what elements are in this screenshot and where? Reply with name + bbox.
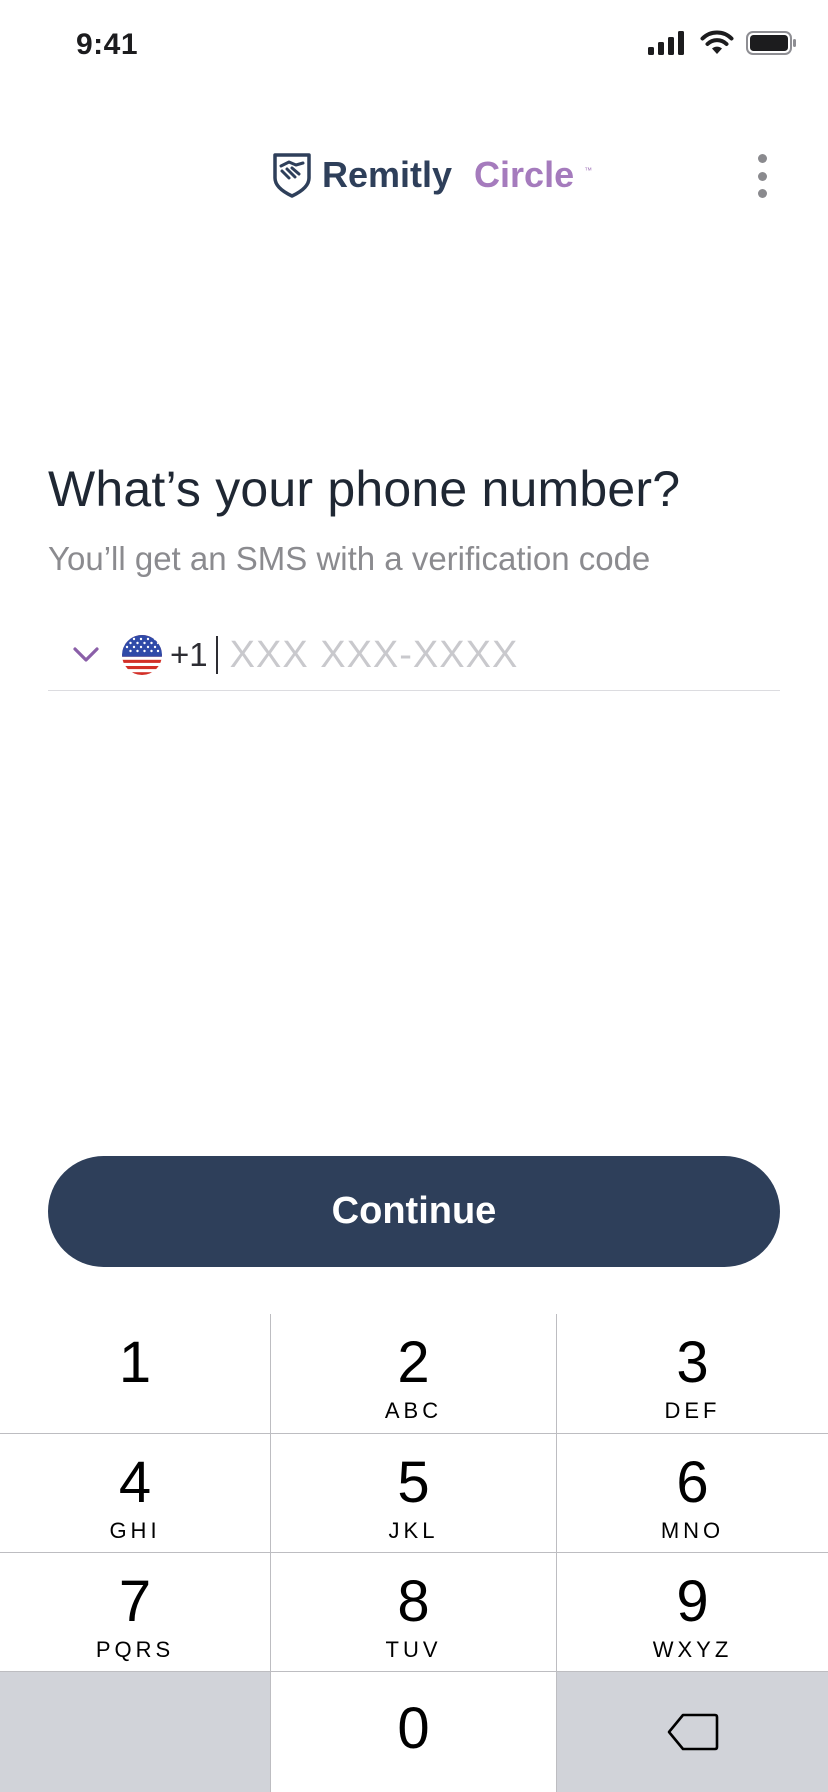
logo-brand-text: Remitly: [322, 154, 453, 195]
handshake-shield-icon: [273, 153, 311, 198]
key-letters: PQRS: [95, 1637, 175, 1662]
key-blank: [0, 1672, 270, 1792]
continue-button[interactable]: Continue: [48, 1156, 780, 1267]
key-digit: 6: [676, 1450, 709, 1515]
key-digit: 2: [397, 1330, 430, 1395]
logo-trademark: ™: [584, 166, 593, 175]
keypad-divider: [270, 1314, 271, 1792]
key-digit: 1: [118, 1330, 152, 1395]
logo-product-text: Circle: [474, 154, 575, 195]
key-letters: ABC: [384, 1398, 443, 1423]
key-digit: 7: [118, 1569, 152, 1634]
key-digit: 9: [676, 1569, 709, 1634]
battery-icon: [746, 31, 796, 55]
chevron-down-icon: [73, 647, 99, 662]
key-letters: TUV: [385, 1637, 442, 1662]
keypad-divider: [556, 1314, 557, 1792]
page-subtitle: You’ll get an SMS with a verification co…: [48, 540, 651, 577]
cellular-signal-icon: [648, 31, 684, 55]
status-icons: [648, 30, 798, 56]
page-title: What’s your phone number?: [48, 461, 681, 517]
numeric-keypad: 1 2 ABC 3 DEF 4 GHI 5 JKL 6 MNO 7 PQRS 8…: [0, 1314, 828, 1792]
key-9[interactable]: 9 WXYZ: [557, 1553, 828, 1671]
key-letters: JKL: [388, 1518, 439, 1543]
status-time: 9:41: [76, 28, 139, 61]
remitly-circle-logo: Remitly Circle ™: [272, 152, 592, 198]
app-header: Remitly Circle ™: [0, 140, 828, 212]
key-6[interactable]: 6 MNO: [557, 1434, 828, 1552]
key-2[interactable]: 2 ABC: [271, 1314, 556, 1433]
key-letters: GHI: [109, 1518, 161, 1543]
more-dot: [757, 189, 767, 198]
key-letters: DEF: [664, 1398, 721, 1423]
key-4[interactable]: 4 GHI: [0, 1434, 270, 1552]
backspace-icon: [667, 1713, 718, 1751]
key-digit: 8: [397, 1569, 430, 1634]
delete-key[interactable]: [557, 1672, 828, 1792]
key-digit: 5: [397, 1450, 430, 1515]
key-digit: 3: [676, 1330, 709, 1395]
text-cursor: [215, 636, 218, 674]
key-digit: 0: [397, 1696, 430, 1761]
key-5[interactable]: 5 JKL: [271, 1434, 556, 1552]
key-letters: WXYZ: [652, 1637, 733, 1662]
more-options-button[interactable]: [750, 154, 774, 198]
phone-number-field: +1: [48, 620, 780, 691]
keypad-divider: [0, 1671, 828, 1672]
phone-number-screen: 9:41 Remitly Circle ™ What’s your phone …: [0, 0, 828, 1792]
key-8[interactable]: 8 TUV: [271, 1553, 556, 1671]
keypad-divider: [0, 1433, 828, 1434]
keypad-divider: [0, 1552, 828, 1553]
us-flag-icon: [122, 635, 162, 675]
key-7[interactable]: 7 PQRS: [0, 1553, 270, 1671]
more-vertical-icon: [757, 154, 767, 163]
key-1[interactable]: 1: [0, 1314, 270, 1433]
wifi-icon: [700, 30, 734, 54]
key-letters: MNO: [660, 1518, 725, 1543]
more-dot: [757, 171, 767, 181]
key-3[interactable]: 3 DEF: [557, 1314, 828, 1433]
key-0[interactable]: 0: [271, 1672, 556, 1792]
status-bar: 9:41: [0, 0, 828, 92]
country-code-selector[interactable]: +1: [72, 635, 208, 675]
key-digit: 4: [118, 1450, 152, 1515]
dial-code: +1: [170, 636, 208, 673]
phone-number-input[interactable]: [229, 633, 630, 677]
